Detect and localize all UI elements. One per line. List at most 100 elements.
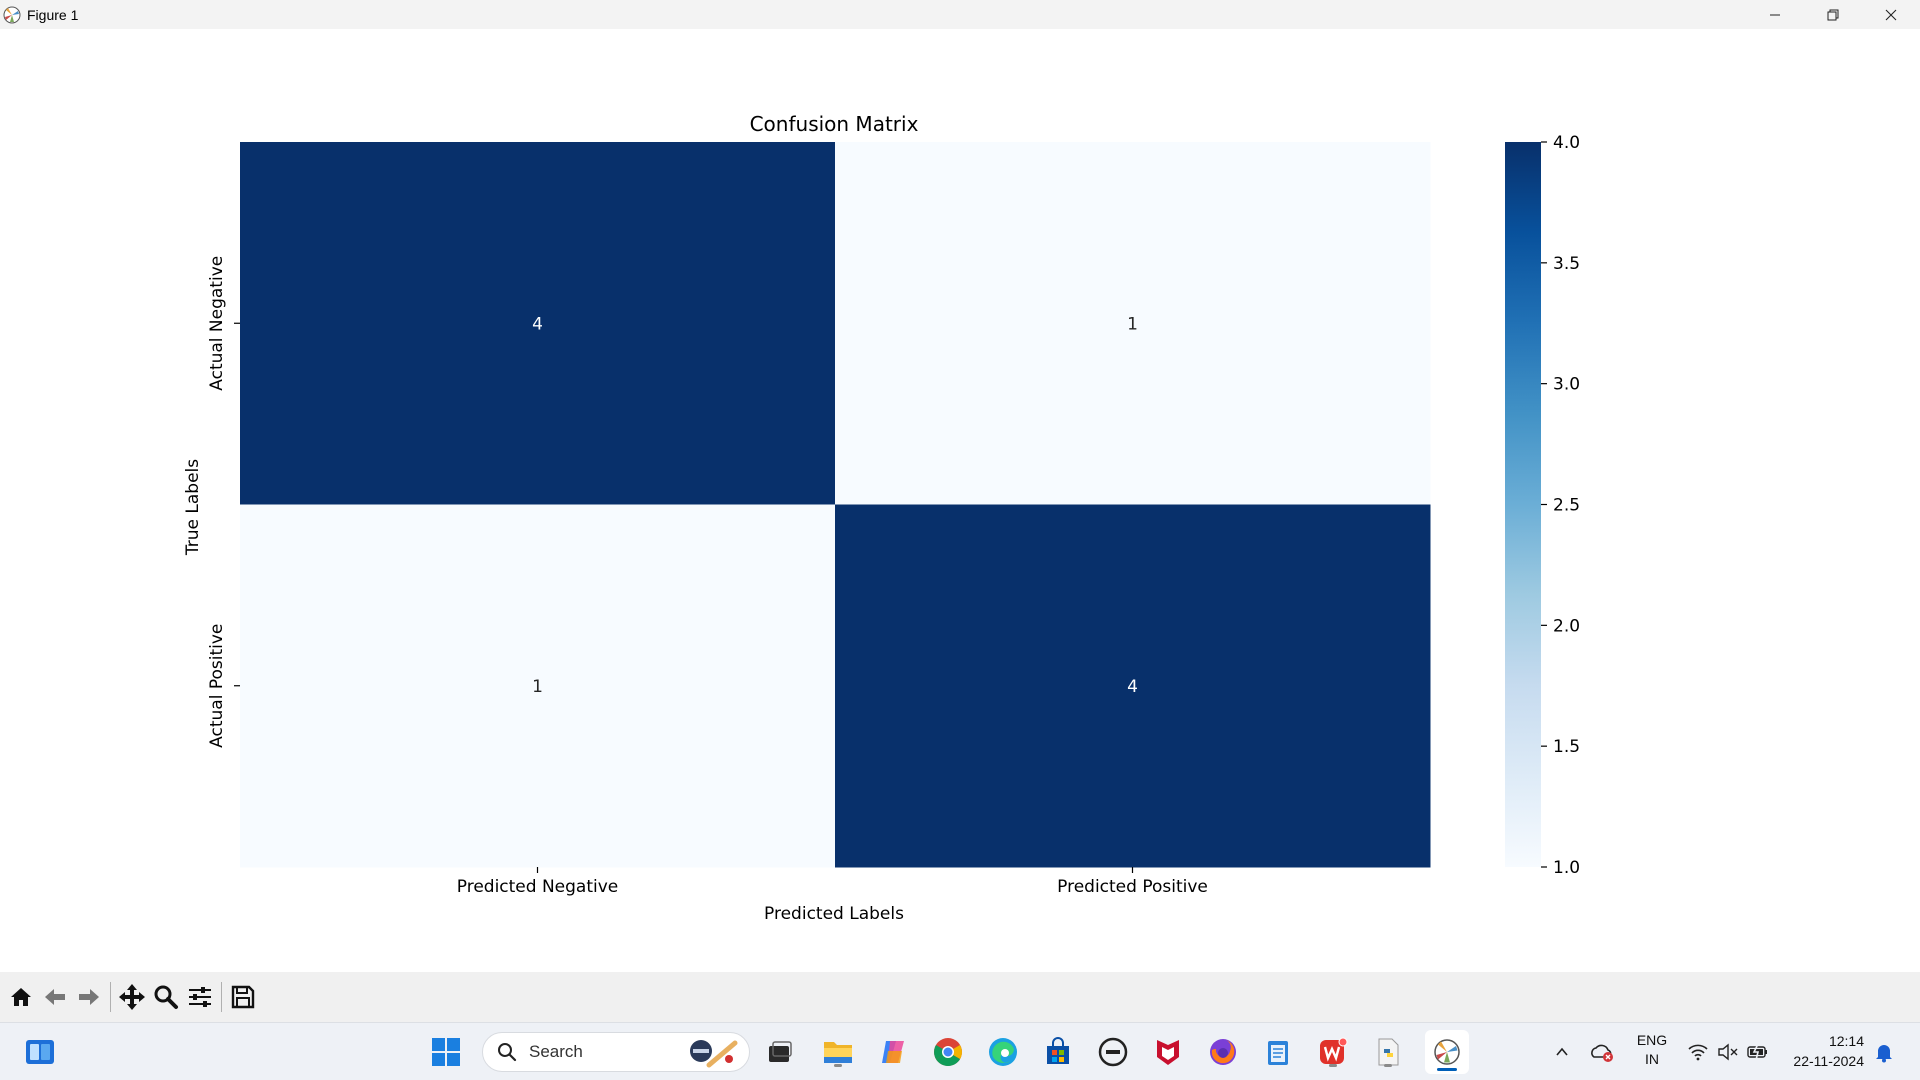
clock-time: 12:14 <box>1828 1033 1864 1049</box>
toolbar-separator <box>110 982 111 1012</box>
taskbar-app-matplotlib[interactable] <box>1425 1030 1469 1074</box>
mcafee-shield-icon <box>1157 1040 1179 1065</box>
show-hidden-icons-button[interactable] <box>1544 1034 1580 1070</box>
x-tick-label: Predicted Positive <box>1057 877 1208 897</box>
taskbar-app-wps[interactable] <box>1315 1034 1351 1070</box>
cell-value-label: 1 <box>532 677 543 697</box>
dell-logo-icon <box>1098 1037 1128 1067</box>
tray-language-indicator[interactable]: ENG IN <box>1632 1031 1672 1069</box>
heatmap-cells: 4 1 1 4 <box>240 142 1431 868</box>
running-indicator <box>1384 1064 1392 1067</box>
taskbar-app-dell[interactable] <box>1095 1034 1131 1070</box>
start-button[interactable] <box>428 1034 464 1070</box>
wifi-icon <box>1688 1044 1708 1061</box>
taskbar-app-edge[interactable] <box>985 1034 1021 1070</box>
save-icon <box>231 985 255 1009</box>
region-code: IN <box>1645 1051 1659 1067</box>
confusion-matrix-chart: Confusion Matrix 4 1 1 4 Predicted Negative… <box>183 112 1580 924</box>
microsoft-store-icon <box>1047 1037 1069 1064</box>
colorbar-tick-label: 2.0 <box>1553 616 1580 636</box>
toolbar-separator <box>221 982 222 1012</box>
y-axis-label: True Labels <box>183 459 203 556</box>
notifications-button[interactable] <box>1866 1034 1902 1070</box>
taskbar-app-notepad[interactable] <box>1260 1034 1296 1070</box>
chrome-icon <box>934 1038 962 1066</box>
widgets-icon <box>26 1040 54 1064</box>
colorbar <box>1505 142 1541 867</box>
taskbar-app-file-explorer[interactable] <box>820 1034 856 1070</box>
window-controls <box>1746 0 1920 29</box>
x-axis-label: Predicted Labels <box>764 904 904 924</box>
wps-office-icon <box>1320 1037 1348 1064</box>
tray-battery-button[interactable] <box>1740 1034 1776 1070</box>
matplotlib-app-icon <box>3 6 21 23</box>
back-arrow-icon <box>45 989 65 1005</box>
taskbar-app-python[interactable] <box>1370 1034 1406 1070</box>
y-axis: Actual Negative Actual Positive <box>207 256 240 748</box>
taskbar-app-mcafee[interactable] <box>1150 1034 1186 1070</box>
restore-icon <box>1827 9 1839 20</box>
x-axis: Predicted Negative Predicted Positive <box>457 867 1208 897</box>
notification-bell-icon <box>1876 1045 1892 1063</box>
running-indicator <box>834 1064 842 1067</box>
colorbar-tick-label: 3.5 <box>1553 254 1580 274</box>
pan-icon <box>119 984 145 1010</box>
chart-title: Confusion Matrix <box>750 112 919 136</box>
cell-value-label: 4 <box>532 314 543 334</box>
taskbar-app-firefox[interactable] <box>1205 1034 1241 1070</box>
copilot-icon <box>882 1041 904 1063</box>
colorbar-ticks: 1.0 1.5 2.0 2.5 3.0 3.5 4.0 <box>1541 133 1580 878</box>
tray-clock[interactable]: 12:14 22-11-2024 <box>1784 1031 1864 1071</box>
running-indicator <box>1329 1064 1337 1067</box>
home-button[interactable] <box>4 980 38 1014</box>
minimize-icon <box>1770 14 1780 15</box>
onedrive-error-icon <box>1591 1044 1613 1062</box>
taskbar-search-box[interactable]: Search <box>482 1032 750 1072</box>
save-button[interactable] <box>226 980 260 1014</box>
colorbar-tick-label: 1.5 <box>1553 737 1580 757</box>
search-highlight-cricket-icon <box>690 1040 738 1068</box>
y-tick-label: Actual Positive <box>207 624 227 748</box>
plot-toolbar <box>0 972 1920 1022</box>
home-icon <box>11 988 31 1006</box>
figure-canvas: Confusion Matrix 4 1 1 4 Predicted Negative… <box>0 29 1920 972</box>
taskbar-app-chrome[interactable] <box>930 1034 966 1070</box>
taskbar-app-copilot[interactable] <box>875 1034 911 1070</box>
edge-icon <box>989 1038 1017 1066</box>
zoom-icon <box>154 985 178 1009</box>
task-view-button[interactable] <box>762 1034 798 1070</box>
widgets-button[interactable] <box>22 1034 58 1070</box>
firefox-icon <box>1210 1039 1236 1065</box>
colorbar-tick-label: 3.0 <box>1553 375 1580 395</box>
search-icon <box>498 1043 517 1062</box>
restore-button[interactable] <box>1804 0 1862 29</box>
close-icon <box>1885 9 1897 20</box>
chevron-up-icon <box>1556 1047 1568 1056</box>
colorbar-tick-label: 1.0 <box>1553 858 1580 878</box>
task-view-icon <box>769 1041 792 1062</box>
back-button[interactable] <box>38 980 72 1014</box>
window-title: Figure 1 <box>27 6 79 23</box>
taskbar-app-store[interactable] <box>1040 1034 1076 1070</box>
configure-subplots-button[interactable] <box>183 980 217 1014</box>
active-indicator <box>1437 1068 1457 1071</box>
cell-value-label: 1 <box>1127 314 1138 334</box>
notepad-icon <box>1268 1041 1288 1065</box>
pan-button[interactable] <box>115 980 149 1014</box>
close-button[interactable] <box>1862 0 1920 29</box>
x-tick-label: Predicted Negative <box>457 877 619 897</box>
search-placeholder: Search <box>529 1042 583 1061</box>
minimize-button[interactable] <box>1746 0 1804 29</box>
colorbar-tick-label: 4.0 <box>1553 133 1580 153</box>
window-titlebar: Figure 1 <box>0 0 1920 29</box>
y-tick-label: Actual Negative <box>207 256 227 391</box>
configure-subplots-icon <box>189 987 211 1007</box>
volume-muted-icon <box>1718 1043 1738 1061</box>
forward-button[interactable] <box>72 980 106 1014</box>
zoom-button[interactable] <box>149 980 183 1014</box>
battery-charging-icon <box>1747 1043 1767 1061</box>
python-file-icon <box>1378 1038 1399 1066</box>
forward-arrow-icon <box>79 989 99 1005</box>
windows-taskbar: Search ENG IN 12:14 22-11-2024 <box>0 1022 1920 1080</box>
tray-onedrive-button[interactable] <box>1584 1034 1620 1070</box>
